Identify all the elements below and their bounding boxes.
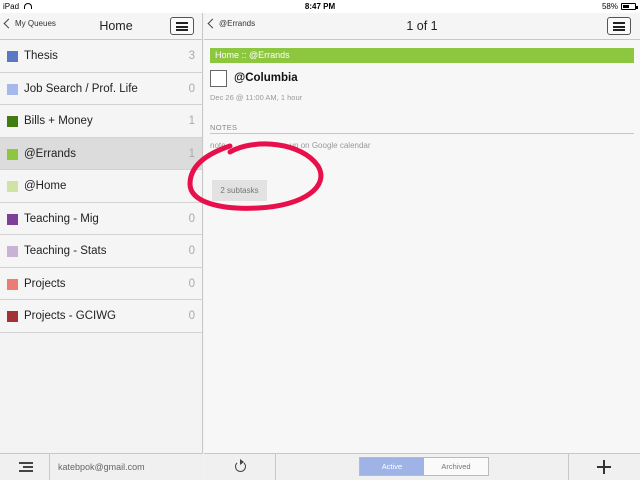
queue-name: @Home xyxy=(24,180,67,192)
add-task-button[interactable] xyxy=(568,454,640,480)
queue-count: 3 xyxy=(188,50,195,62)
queue-item[interactable]: Projects - GCIWG 0 xyxy=(0,300,202,333)
task-schedule[interactable]: Dec 26 @ 11:00 AM, 1 hour xyxy=(210,93,302,102)
queue-count: 0 xyxy=(188,310,195,322)
queues-header: My Queues Home xyxy=(0,13,202,40)
queue-name: Projects - GCIWG xyxy=(24,310,117,322)
queue-color-swatch xyxy=(7,116,18,127)
queue-item[interactable]: Teaching - Mig 0 xyxy=(0,202,202,235)
queue-item[interactable]: Bills + Money 1 xyxy=(0,105,202,138)
queue-count: 0 xyxy=(188,212,195,225)
queue-item[interactable]: Projects 0 xyxy=(0,267,202,300)
task-title[interactable]: @Columbia xyxy=(234,72,298,84)
queue-name: Teaching - Mig xyxy=(24,212,99,225)
battery-icon xyxy=(621,3,638,10)
task-checkbox[interactable] xyxy=(210,70,227,87)
queue-name: Thesis xyxy=(24,50,58,62)
task-footer: Active Archived xyxy=(204,453,640,480)
archived-tab[interactable]: Archived xyxy=(424,458,488,475)
queues-pane: My Queues Home Thesis 3 Job Search / Prof.… xyxy=(0,13,203,480)
plus-icon xyxy=(597,460,611,474)
hamburger-icon xyxy=(613,22,625,24)
queue-color-swatch xyxy=(7,213,18,225)
queue-color-swatch xyxy=(7,51,18,62)
task-header: @Errands 1 of 1 xyxy=(204,13,640,40)
queue-name: @Errands xyxy=(24,147,76,160)
queue-item[interactable]: @Home xyxy=(0,170,202,203)
queue-name: Bills + Money xyxy=(24,115,93,127)
clock: 8:47 PM xyxy=(304,2,336,11)
breadcrumb[interactable]: Home :: @Errands xyxy=(210,48,634,63)
queue-name: Teaching - Stats xyxy=(24,245,107,257)
queue-color-swatch xyxy=(7,83,18,95)
queue-count: 0 xyxy=(188,82,195,95)
refresh-icon xyxy=(235,459,246,472)
queue-count: 0 xyxy=(188,245,195,257)
left-footer: katebpok@gmail.com xyxy=(0,453,203,480)
queue-name: Projects xyxy=(24,277,66,290)
queue-item[interactable]: Job Search / Prof. Life 0 xyxy=(0,72,202,105)
notes-text-start: note xyxy=(210,141,226,150)
queue-item[interactable]: Teaching - Stats 0 xyxy=(0,235,202,268)
account-email: katebpok@gmail.com xyxy=(58,462,145,472)
queue-color-swatch xyxy=(7,181,18,192)
menu-button[interactable] xyxy=(170,17,194,35)
queue-item[interactable]: Thesis 3 xyxy=(0,40,202,73)
subtasks-button[interactable]: 2 subtasks xyxy=(212,180,267,201)
queue-color-swatch xyxy=(7,148,18,160)
settings-sliders-icon xyxy=(19,462,33,472)
queue-list: Thesis 3 Job Search / Prof. Life 0 Bills + M… xyxy=(0,40,202,333)
queue-count: 0 xyxy=(188,277,195,290)
active-archived-toggle: Active Archived xyxy=(359,457,489,476)
refresh-button[interactable] xyxy=(204,454,276,480)
queue-color-swatch xyxy=(7,311,18,322)
settings-button[interactable] xyxy=(0,454,50,480)
notes-divider xyxy=(210,133,634,134)
active-tab[interactable]: Active xyxy=(360,458,424,475)
task-menu-button[interactable] xyxy=(607,17,631,35)
notes-label: NOTES xyxy=(210,123,238,132)
queue-count: 1 xyxy=(188,147,195,160)
battery-percent: 58% xyxy=(601,2,618,11)
queue-item[interactable]: @Errands 1 xyxy=(0,137,202,170)
status-bar: iPad 8:47 PM 58% xyxy=(0,0,640,13)
task-detail-pane: @Errands 1 of 1 Home :: @Errands @Columb… xyxy=(204,13,640,480)
notes-text-end: up on Google calendar xyxy=(289,141,371,150)
queue-color-swatch xyxy=(7,246,18,257)
notes-text[interactable]: note up on Google calendar xyxy=(210,141,371,150)
task-position: 1 of 1 xyxy=(406,19,438,33)
queue-color-swatch xyxy=(7,278,18,290)
queue-name: Job Search / Prof. Life xyxy=(24,82,138,95)
hamburger-icon xyxy=(176,22,188,24)
queue-count: 1 xyxy=(188,115,195,127)
